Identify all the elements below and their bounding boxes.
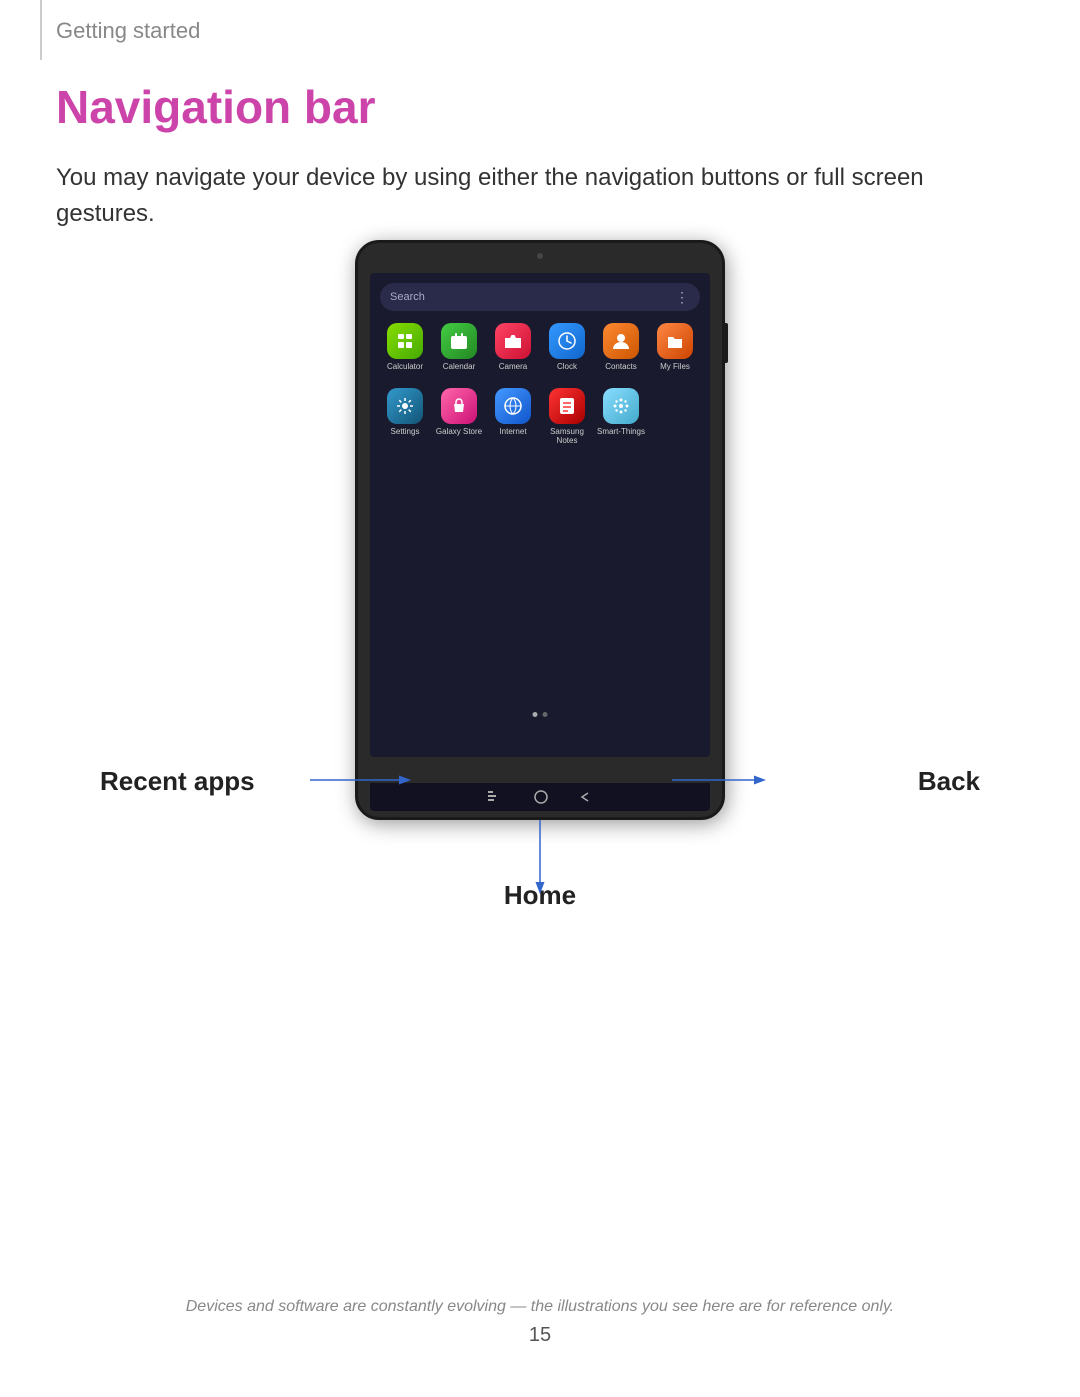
breadcrumb: Getting started — [56, 18, 200, 44]
page-description: You may navigate your device by using ei… — [56, 160, 1024, 232]
page-footer: Devices and software are constantly evol… — [0, 1298, 1080, 1347]
footer-page-number: 15 — [0, 1324, 1080, 1347]
annotation-lines — [0, 230, 1080, 980]
footer-disclaimer: Devices and software are constantly evol… — [0, 1298, 1080, 1316]
page-title: Navigation bar — [56, 80, 376, 134]
page-border — [40, 0, 42, 60]
